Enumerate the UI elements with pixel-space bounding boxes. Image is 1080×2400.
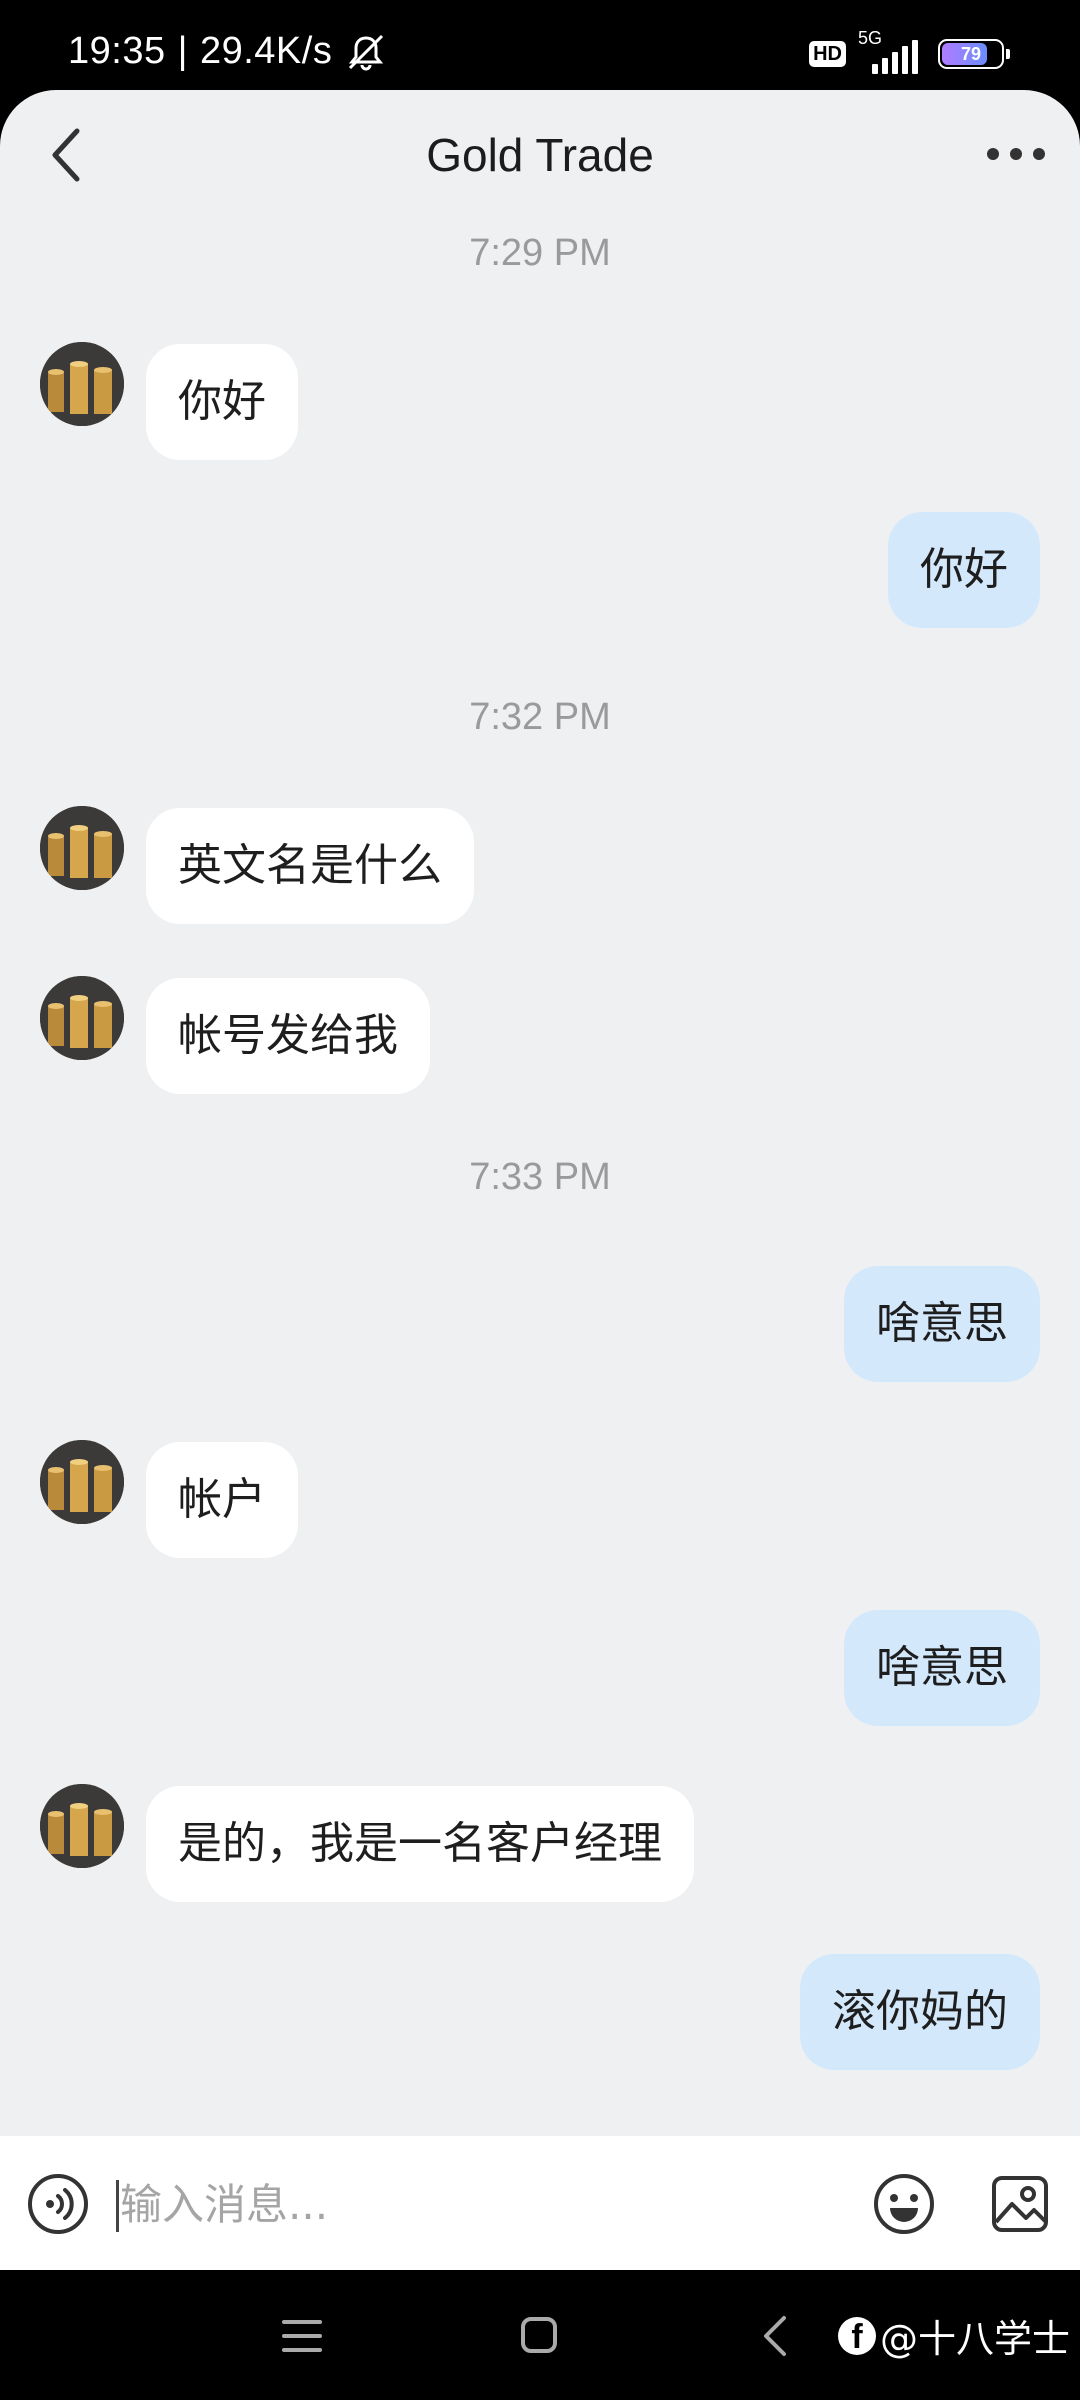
status-right: HD 5G 79 [809, 28, 1010, 74]
gold-coins-avatar-icon [40, 1440, 124, 1524]
image-picker-button[interactable] [988, 2172, 1052, 2236]
facebook-logo-icon: f [838, 2316, 876, 2355]
voice-icon [28, 2174, 88, 2234]
more-options-button[interactable] [976, 124, 1056, 184]
message-timestamp: 7:33 PM [469, 1156, 611, 1198]
message-timestamp: 7:29 PM [469, 232, 611, 274]
gold-coins-avatar-icon [40, 1784, 124, 1868]
chat-header: Gold Trade [0, 90, 1080, 220]
incoming-message[interactable]: 英文名是什么 [146, 808, 474, 924]
gold-coins-avatar-icon [40, 976, 124, 1060]
status-time: 19:35 [68, 30, 166, 72]
incoming-message[interactable]: 帐户 [146, 1442, 298, 1558]
contact-avatar[interactable] [40, 1440, 124, 1524]
home-icon[interactable] [520, 2316, 558, 2354]
contact-avatar[interactable] [40, 1784, 124, 1868]
cellular-signal-icon: 5G [858, 28, 926, 74]
gold-coins-avatar-icon [40, 806, 124, 890]
chat-screen: Gold Trade 7:29 PM 7:32 PM 7:33 PM 你好 你好… [0, 90, 1080, 2270]
battery-tip [1006, 49, 1010, 59]
watermark-text: @十八学士 [880, 2317, 1071, 2361]
incoming-message[interactable]: 你好 [146, 344, 298, 460]
system-nav-bar: f @十八学士 [0, 2270, 1080, 2400]
outgoing-message[interactable]: 滚你妈的 [800, 1954, 1040, 2070]
status-left: 19:35 | 29.4K/s [68, 30, 388, 73]
outgoing-message[interactable]: 啥意思 [844, 1610, 1040, 1726]
image-icon [992, 2176, 1048, 2232]
more-dots-icon [1010, 148, 1022, 160]
gold-coins-avatar-icon [40, 342, 124, 426]
status-bar: 19:35 | 29.4K/s HD 5G 79 [0, 0, 1080, 92]
watermark: f @十八学士 [838, 2308, 1070, 2363]
text-cursor [116, 2180, 119, 2232]
voice-input-button[interactable] [26, 2172, 90, 2236]
battery-level: 79 [960, 43, 982, 64]
signal-bars [872, 40, 918, 74]
message-composer [0, 2136, 1080, 2270]
network-speed: 29.4K/s [199, 30, 333, 72]
outgoing-message[interactable]: 你好 [888, 512, 1040, 628]
bell-muted-icon [349, 34, 384, 70]
more-dots-icon [1033, 148, 1045, 160]
incoming-message[interactable]: 帐号发给我 [146, 978, 430, 1094]
contact-avatar[interactable] [40, 806, 124, 890]
contact-avatar[interactable] [40, 342, 124, 426]
message-input[interactable] [120, 2166, 820, 2242]
more-dots-icon [987, 148, 999, 160]
chat-title: Gold Trade [426, 129, 654, 181]
contact-avatar[interactable] [40, 976, 124, 1060]
menu-icon[interactable] [282, 2318, 322, 2354]
message-timestamp: 7:32 PM [469, 696, 611, 738]
back-icon[interactable] [760, 2314, 790, 2358]
incoming-message[interactable]: 是的，我是一名客户经理 [146, 1786, 694, 1902]
outgoing-message[interactable]: 啥意思 [844, 1266, 1040, 1382]
status-separator: | [177, 30, 188, 72]
emoji-icon [874, 2174, 934, 2234]
emoji-button[interactable] [872, 2172, 936, 2236]
hd-badge: HD [809, 41, 846, 67]
battery-icon: 79 [938, 39, 1004, 69]
